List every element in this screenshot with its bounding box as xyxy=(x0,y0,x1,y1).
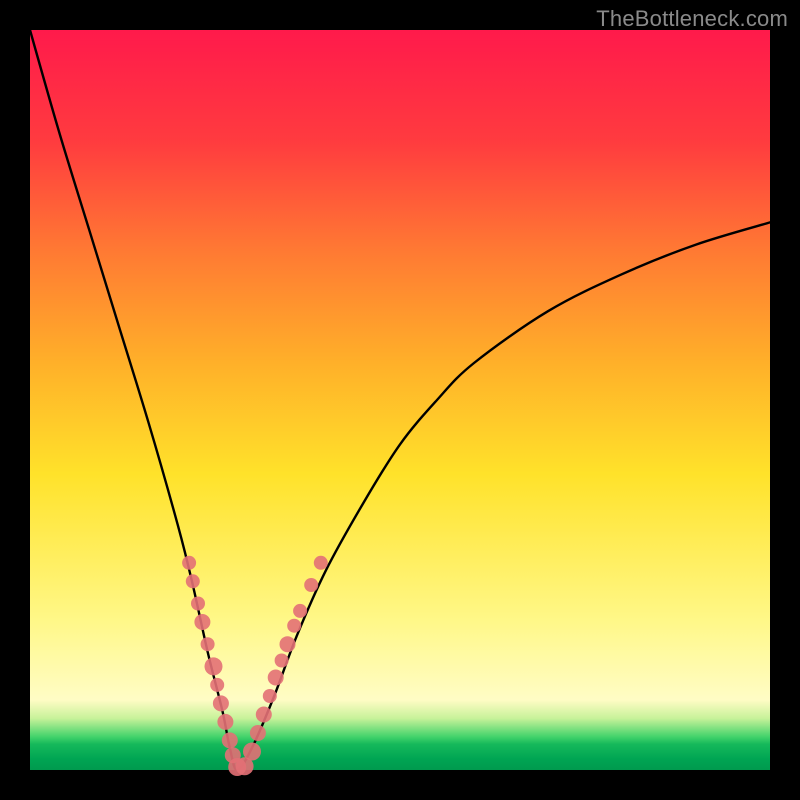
data-marker xyxy=(182,556,196,570)
data-marker xyxy=(314,556,328,570)
data-marker xyxy=(217,714,233,730)
data-marker xyxy=(287,619,301,633)
data-marker xyxy=(250,725,266,741)
plot-area xyxy=(30,30,770,770)
data-marker xyxy=(201,637,215,651)
chart-svg xyxy=(30,30,770,770)
data-marker xyxy=(186,574,200,588)
data-marker xyxy=(304,578,318,592)
data-marker xyxy=(275,654,289,668)
data-marker xyxy=(243,743,261,761)
watermark-text: TheBottleneck.com xyxy=(596,6,788,32)
data-marker xyxy=(205,657,223,675)
data-marker xyxy=(213,695,229,711)
data-marker xyxy=(293,604,307,618)
data-marker xyxy=(263,689,277,703)
data-marker xyxy=(210,678,224,692)
data-marker xyxy=(256,707,272,723)
data-marker xyxy=(222,732,238,748)
data-marker xyxy=(268,670,284,686)
data-marker xyxy=(194,614,210,630)
data-marker xyxy=(191,597,205,611)
data-marker xyxy=(280,636,296,652)
chart-frame: TheBottleneck.com xyxy=(0,0,800,800)
bottleneck-curve xyxy=(30,30,770,770)
